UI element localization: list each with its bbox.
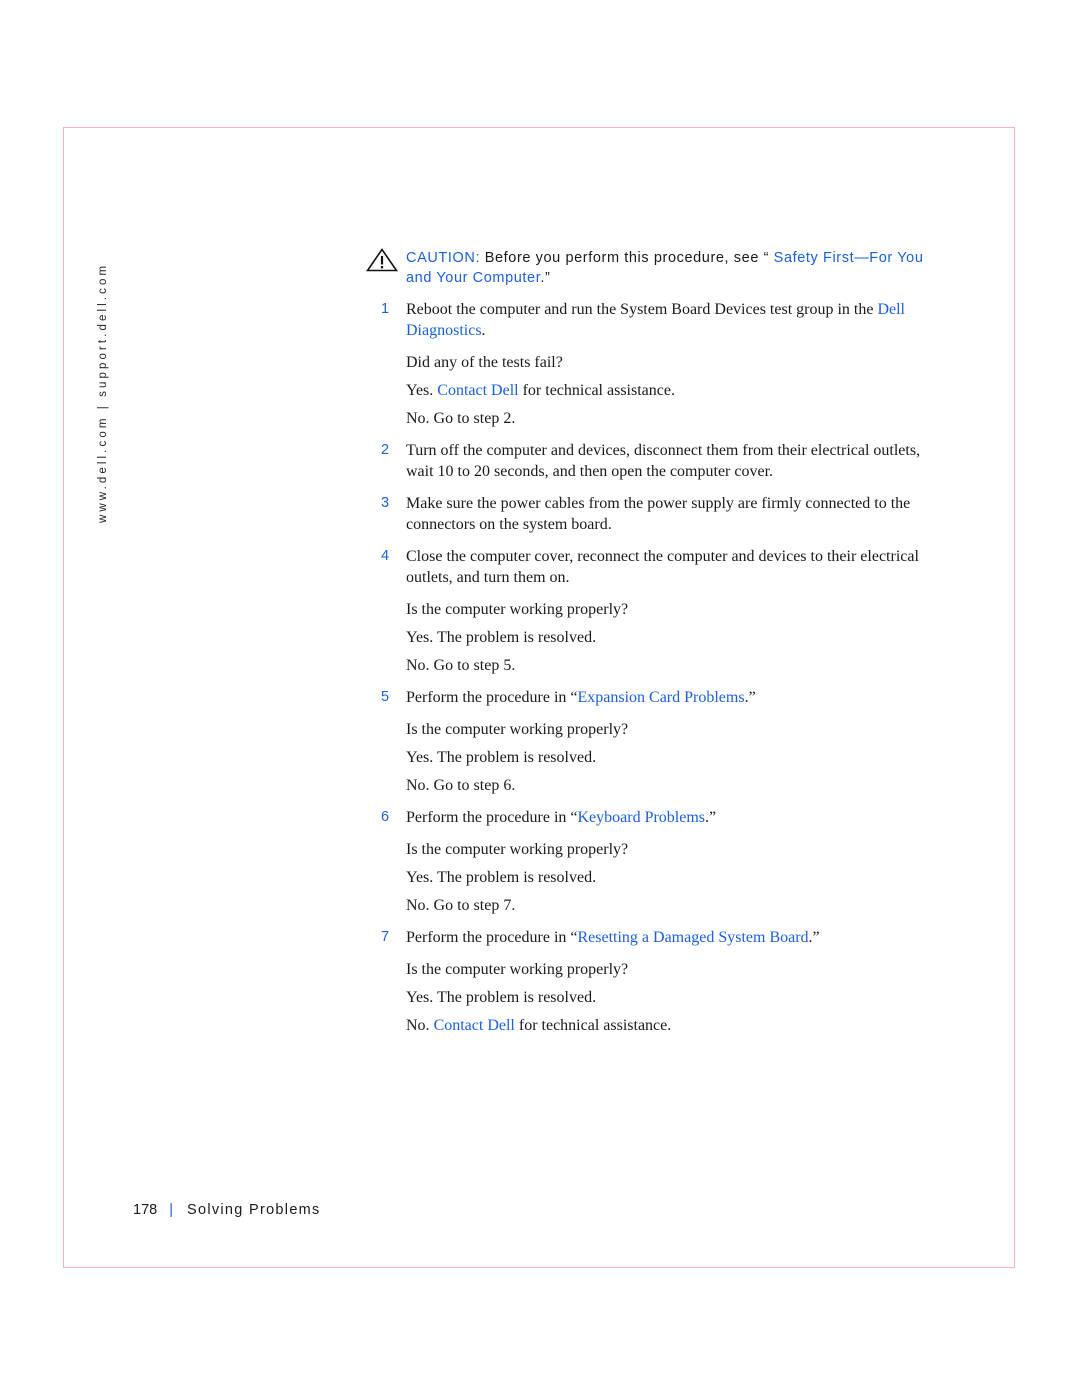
cross-reference-link[interactable]: Contact Dell	[437, 382, 518, 399]
step-paragraph: Yes. The problem is resolved.	[366, 747, 926, 768]
step-paragraph: Is the computer working properly?	[366, 719, 926, 740]
text-segment: Perform the procedure in “	[406, 689, 578, 706]
text-segment: No. Go to step 5.	[406, 657, 516, 674]
cross-reference-link[interactable]: Keyboard Problems	[577, 809, 705, 826]
text-segment: for technical assistance.	[514, 1017, 672, 1034]
text-segment: Did any of the tests fail?	[406, 354, 563, 371]
step-paragraph: Yes. The problem is resolved.	[366, 627, 926, 648]
text-segment: Is the computer working properly?	[406, 601, 629, 618]
text-segment: Is the computer working properly?	[406, 721, 629, 738]
text-segment: Is the computer working properly?	[406, 961, 629, 978]
step-item: 3 Make sure the power cables from the pow…	[366, 493, 926, 535]
caution-after: .”	[540, 270, 551, 286]
text-segment: No. Go to step 2.	[406, 410, 516, 427]
cross-reference-link[interactable]: Contact Dell	[434, 1017, 515, 1034]
step-item: 6 Perform the procedure in “Keyboard Prob…	[366, 807, 926, 828]
text-segment: Perform the procedure in “	[406, 809, 578, 826]
text-segment: Is the computer working properly?	[406, 841, 629, 858]
text-segment: .”	[744, 689, 756, 706]
step-number: 2	[381, 442, 390, 458]
footer-separator: |	[169, 1202, 173, 1218]
step-number: 1	[381, 301, 390, 317]
step-paragraph: Yes. Contact Dell for technical assistan…	[366, 380, 926, 401]
text-segment: Yes. The problem is resolved.	[406, 749, 597, 766]
step-item: 4 Close the computer cover, reconnect the…	[366, 546, 926, 588]
text-segment: .”	[705, 809, 717, 826]
step-paragraph: No. Go to step 2.	[366, 408, 926, 429]
page-footer: 178 | Solving Problems	[133, 1202, 321, 1218]
text-segment: Close the computer cover, reconnect the …	[406, 548, 919, 586]
step-item: 7 Perform the procedure in “Resetting a D…	[366, 927, 926, 948]
text-segment: Perform the procedure in “	[406, 929, 578, 946]
text-segment: Yes. The problem is resolved.	[406, 869, 597, 886]
text-segment: Reboot the computer and run the System B…	[406, 301, 878, 318]
step-paragraph: Did any of the tests fail?	[366, 352, 926, 373]
step-number: 4	[381, 548, 390, 564]
warning-triangle-icon	[366, 248, 398, 272]
step-paragraph: Is the computer working properly?	[366, 839, 926, 860]
step-number: 7	[381, 929, 390, 945]
cross-reference-link[interactable]: Resetting a Damaged System Board	[577, 929, 808, 946]
caution-text: Before you perform this procedure, see “	[480, 250, 774, 266]
caution-label: CAUTION:	[406, 250, 481, 266]
step-number: 3	[381, 495, 390, 511]
cross-reference-link[interactable]: Expansion Card Problems	[577, 689, 744, 706]
text-segment: .”	[808, 929, 820, 946]
side-url-text: www.dell.com | support.dell.com	[97, 262, 109, 523]
step-paragraph: Is the computer working properly?	[366, 959, 926, 980]
step-paragraph: No. Go to step 6.	[366, 775, 926, 796]
step-paragraph: Yes. The problem is resolved.	[366, 867, 926, 888]
section-title: Solving Problems	[186, 1202, 321, 1218]
text-segment: Yes.	[406, 382, 438, 399]
step-paragraph: Yes. The problem is resolved.	[366, 987, 926, 1008]
step-item: 2 Turn off the computer and devices, disc…	[366, 440, 926, 482]
text-segment: for technical assistance.	[518, 382, 675, 399]
step-paragraph: Is the computer working properly?	[366, 599, 926, 620]
step-paragraph: No. Contact Dell for technical assistanc…	[366, 1015, 926, 1036]
steps-list: 1 Reboot the computer and run the System …	[366, 299, 926, 1036]
text-segment: No. Go to step 6.	[406, 777, 516, 794]
page-number: 178	[133, 1202, 158, 1218]
text-segment: Yes. The problem is resolved.	[406, 989, 597, 1006]
step-paragraph: No. Go to step 5.	[366, 655, 926, 676]
text-segment: Yes. The problem is resolved.	[406, 629, 597, 646]
step-paragraph: No. Go to step 7.	[366, 895, 926, 916]
step-item: 5 Perform the procedure in “Expansion Car…	[366, 687, 926, 708]
text-segment: Turn off the computer and devices, disco…	[406, 442, 921, 480]
step-number: 6	[381, 809, 390, 825]
step-item: 1 Reboot the computer and run the System …	[366, 299, 926, 341]
page-content: CAUTION: Before you perform this procedu…	[366, 248, 926, 1036]
step-number: 5	[381, 689, 390, 705]
caution-notice: CAUTION: Before you perform this procedu…	[366, 248, 926, 288]
text-segment: No. Go to step 7.	[406, 897, 516, 914]
text-segment: Make sure the power cables from the powe…	[406, 495, 911, 533]
text-segment: No.	[406, 1017, 434, 1034]
text-segment: .	[481, 322, 486, 339]
